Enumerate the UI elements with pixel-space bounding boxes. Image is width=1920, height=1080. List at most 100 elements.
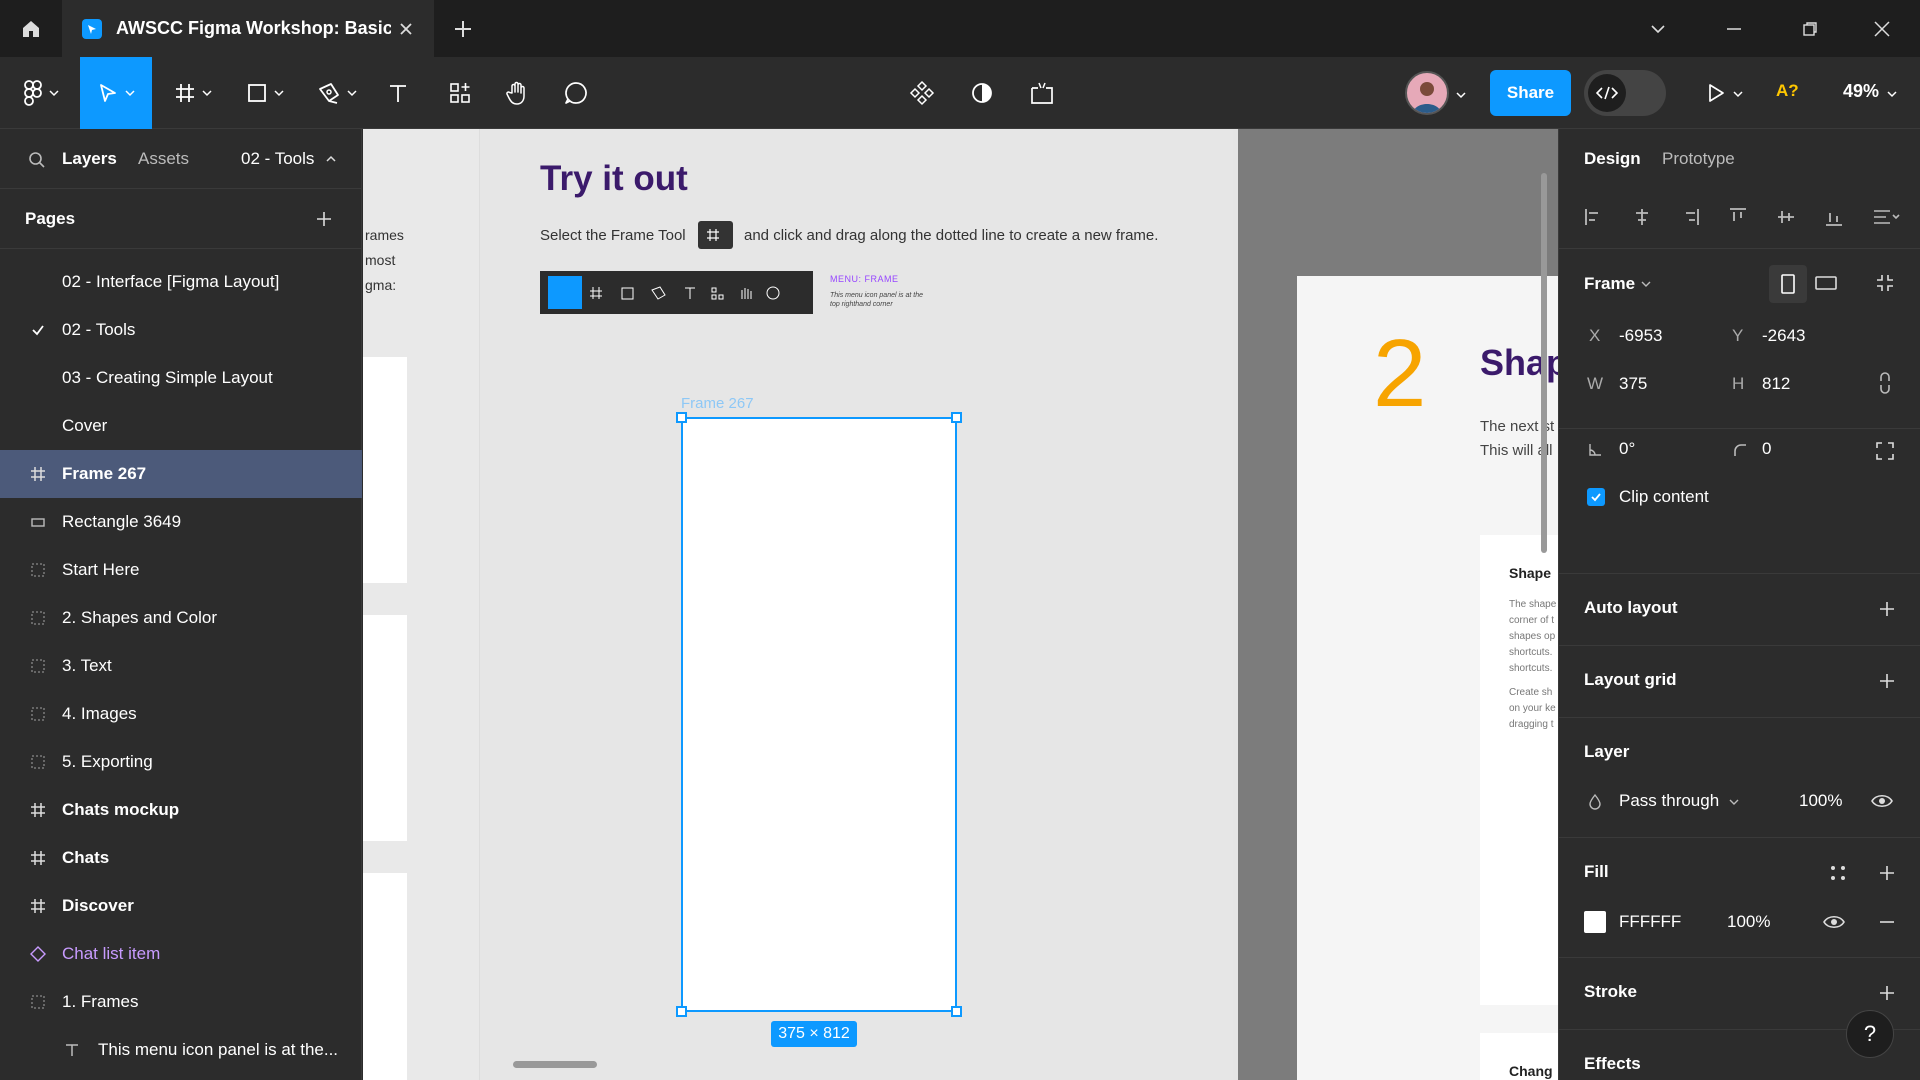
align-left-icon[interactable] xyxy=(1584,207,1604,227)
add-auto-layout-icon[interactable] xyxy=(1878,600,1896,618)
main-menu-button[interactable] xyxy=(12,57,70,129)
x-input[interactable]: -6953 xyxy=(1619,326,1662,346)
tab-layers[interactable]: Layers xyxy=(62,149,117,169)
chevron-down-icon[interactable] xyxy=(1729,797,1739,807)
layer-item[interactable]: Chat list item xyxy=(0,930,362,978)
chevron-down-icon[interactable] xyxy=(1641,279,1651,289)
page-item[interactable]: 03 - Creating Simple Layout xyxy=(0,354,362,402)
minimize-button[interactable] xyxy=(1696,0,1772,57)
layer-item[interactable]: 3. Text xyxy=(0,642,362,690)
move-tool[interactable] xyxy=(80,57,152,129)
independent-corners-icon[interactable] xyxy=(1875,441,1895,461)
remove-fill-icon[interactable] xyxy=(1878,913,1896,931)
layer-item[interactable]: 1. Frames xyxy=(0,978,362,1026)
close-window-button[interactable] xyxy=(1844,0,1920,57)
eye-icon[interactable] xyxy=(1823,913,1845,931)
chevron-down-icon[interactable] xyxy=(1455,89,1467,101)
layer-item[interactable]: 4. Images xyxy=(0,690,362,738)
landscape-icon[interactable] xyxy=(1815,275,1837,291)
y-input[interactable]: -2643 xyxy=(1762,326,1805,346)
chevron-up-icon[interactable] xyxy=(326,154,336,164)
restore-button[interactable] xyxy=(1772,0,1848,57)
layer-opacity-input[interactable]: 100% xyxy=(1799,791,1842,811)
avatar[interactable] xyxy=(1405,71,1449,115)
resize-handle[interactable] xyxy=(951,1006,962,1017)
align-horizontal-center-icon[interactable] xyxy=(1632,207,1652,227)
text-tool[interactable] xyxy=(378,57,418,129)
rotation-input[interactable]: 0° xyxy=(1619,439,1635,459)
fill-hex-input[interactable]: FFFFFF xyxy=(1619,912,1681,932)
tab-assets[interactable]: Assets xyxy=(138,149,189,169)
file-tab[interactable]: AWSCC Figma Workshop: Basics (C xyxy=(62,0,434,57)
help-button[interactable]: ? xyxy=(1846,1010,1894,1058)
layer-item[interactable]: Rectangle 3649 xyxy=(0,498,362,546)
search-icon[interactable] xyxy=(28,151,46,169)
tab-design[interactable]: Design xyxy=(1584,149,1641,169)
width-input[interactable]: 375 xyxy=(1619,374,1647,394)
present-button[interactable] xyxy=(1696,57,1736,129)
layer-item[interactable]: 5. Exporting xyxy=(0,738,362,786)
eye-icon[interactable] xyxy=(1871,792,1893,810)
align-top-icon[interactable] xyxy=(1728,207,1748,227)
comment-tool[interactable] xyxy=(556,57,596,129)
add-page-icon[interactable] xyxy=(315,210,333,228)
resources-tool[interactable] xyxy=(440,57,480,129)
height-input[interactable]: 812 xyxy=(1762,374,1790,394)
tabs-menu-button[interactable] xyxy=(1620,0,1696,57)
hand-tool[interactable] xyxy=(497,57,537,129)
align-vertical-center-icon[interactable] xyxy=(1776,207,1796,227)
components-button[interactable] xyxy=(902,57,942,129)
resize-to-fit-icon[interactable] xyxy=(1875,273,1895,293)
frame-267[interactable] xyxy=(681,417,957,1012)
blend-mode-select[interactable]: Pass through xyxy=(1619,791,1719,811)
layer-item[interactable]: Chats mockup xyxy=(0,786,362,834)
add-fill-icon[interactable] xyxy=(1878,864,1896,882)
horizontal-scrollbar[interactable] xyxy=(513,1061,597,1068)
page-item[interactable]: Cover xyxy=(0,402,362,450)
share-button[interactable]: Share xyxy=(1490,70,1571,116)
new-tab-button[interactable] xyxy=(448,14,478,44)
frame-name-label[interactable]: Frame 267 xyxy=(681,395,754,412)
align-right-icon[interactable] xyxy=(1680,207,1700,227)
dev-mode-toggle[interactable] xyxy=(1584,70,1666,116)
clip-content-checkbox[interactable] xyxy=(1587,488,1605,506)
vertical-scrollbar[interactable] xyxy=(1541,173,1547,553)
portrait-orientation-button[interactable] xyxy=(1769,265,1807,303)
home-button[interactable] xyxy=(0,0,62,57)
layer-item[interactable]: Start Here xyxy=(0,546,362,594)
chevron-down-icon[interactable] xyxy=(1732,88,1744,100)
canvas[interactable]: rames most gma: Try it out Select the Fr… xyxy=(363,129,1558,1080)
resize-handle[interactable] xyxy=(676,412,687,423)
resize-handle[interactable] xyxy=(951,412,962,423)
frame-tool[interactable] xyxy=(162,57,224,129)
fill-color-swatch[interactable] xyxy=(1584,911,1606,933)
layer-item[interactable]: 2. Shapes and Color xyxy=(0,594,362,642)
page-selector[interactable]: 02 - Tools xyxy=(241,149,314,169)
corner-radius-input[interactable]: 0 xyxy=(1762,439,1771,459)
tab-prototype[interactable]: Prototype xyxy=(1662,149,1735,169)
layer-item[interactable]: Discover xyxy=(0,882,362,930)
clip-content-label[interactable]: Clip content xyxy=(1619,487,1709,507)
mask-button[interactable] xyxy=(962,57,1002,129)
close-tab-icon[interactable] xyxy=(399,22,413,36)
zoom-level[interactable]: 49% xyxy=(1843,81,1879,102)
crop-button[interactable] xyxy=(1022,57,1062,129)
shapes-frame[interactable]: 2 Shap The next st This will all Shape T… xyxy=(1297,276,1558,1080)
layer-item-frame-267[interactable]: Frame 267 xyxy=(0,450,362,498)
styles-icon[interactable] xyxy=(1829,864,1847,882)
pen-tool[interactable] xyxy=(306,57,368,129)
distribute-icon[interactable] xyxy=(1872,207,1900,227)
resize-handle[interactable] xyxy=(676,1006,687,1017)
shape-tool[interactable] xyxy=(234,57,296,129)
layer-item[interactable]: This menu icon panel is at the... xyxy=(0,1026,362,1074)
layer-item[interactable]: Chats xyxy=(0,834,362,882)
fill-opacity-input[interactable]: 100% xyxy=(1727,912,1770,932)
missing-fonts-indicator[interactable]: A? xyxy=(1776,81,1799,101)
page-item-current[interactable]: 02 - Tools xyxy=(0,306,362,354)
page-item[interactable]: 02 - Interface [Figma Layout] xyxy=(0,258,362,306)
add-layout-grid-icon[interactable] xyxy=(1878,672,1896,690)
constrain-proportions-icon[interactable] xyxy=(1877,372,1893,394)
add-stroke-icon[interactable] xyxy=(1878,984,1896,1002)
chevron-down-icon[interactable] xyxy=(1886,88,1898,100)
align-bottom-icon[interactable] xyxy=(1824,207,1844,227)
